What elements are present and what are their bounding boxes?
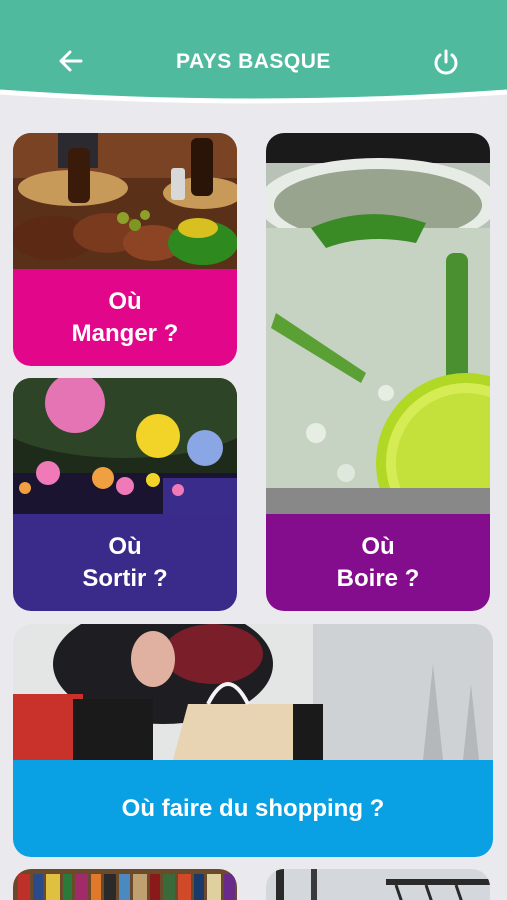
drink-label: Où Boire ? bbox=[336, 532, 420, 592]
card-go-out[interactable]: Où Sortir ? bbox=[13, 378, 237, 611]
shopping-label-box: Où faire du shopping ? bbox=[13, 760, 493, 857]
go-out-label-box: Où Sortir ? bbox=[13, 514, 237, 611]
books-photo bbox=[13, 869, 237, 900]
card-eat[interactable]: Où Manger ? bbox=[13, 133, 237, 366]
eat-label-box: Où Manger ? bbox=[13, 269, 237, 366]
drink-label-box: Où Boire ? bbox=[266, 514, 490, 611]
card-culture[interactable] bbox=[13, 869, 237, 900]
card-drink[interactable]: Où Boire ? bbox=[266, 133, 490, 611]
shopping-label: Où faire du shopping ? bbox=[121, 794, 385, 822]
drink-photo bbox=[266, 133, 490, 514]
lanterns-photo bbox=[13, 378, 237, 514]
food-photo bbox=[13, 133, 237, 269]
card-shopping[interactable]: Où faire du shopping ? bbox=[13, 624, 493, 857]
logout-button[interactable] bbox=[430, 46, 462, 78]
card-visit[interactable] bbox=[266, 869, 490, 900]
shopping-photo bbox=[13, 624, 493, 760]
eat-label: Où Manger ? bbox=[71, 287, 179, 347]
app-header: PAYS BASQUE bbox=[0, 0, 507, 112]
bridge-photo bbox=[266, 869, 490, 900]
go-out-label: Où Sortir ? bbox=[82, 532, 168, 592]
power-icon bbox=[434, 49, 458, 75]
